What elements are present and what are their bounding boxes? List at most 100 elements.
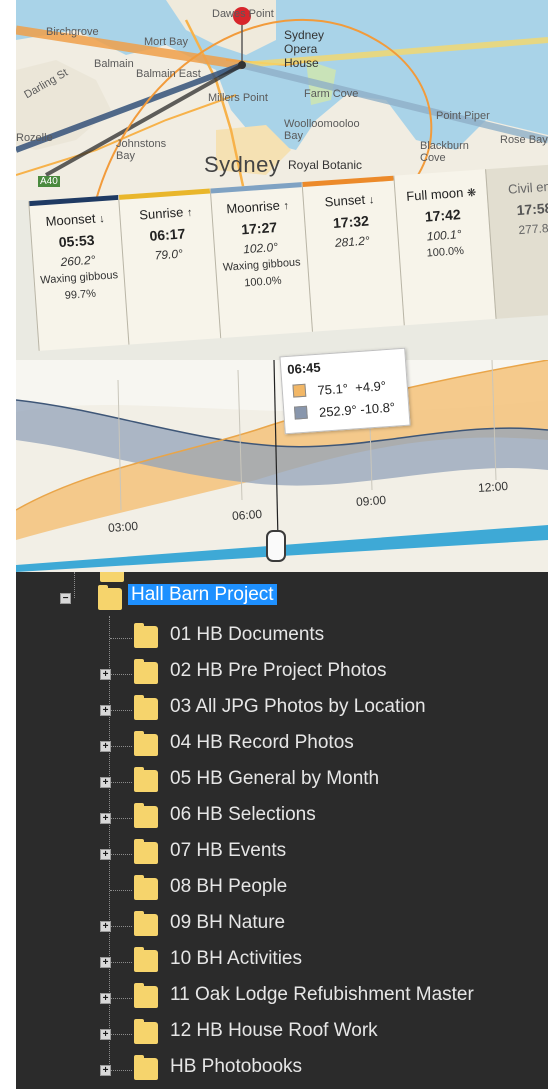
time-tick-0900: 09:00 (355, 492, 387, 510)
tooltip-time: 06:45 (286, 359, 322, 377)
event-color-bar (210, 182, 302, 194)
event-title: Civil end (507, 178, 548, 197)
event-card-sunrise[interactable]: Sunrise ↑ 06:17 79.0° (117, 188, 221, 345)
events-strip: Moonset ↓ 05:53 260.2° Waxing gibbous 99… (16, 131, 548, 380)
tree-item[interactable]: +02 HB Pre Project Photos (16, 656, 548, 692)
collapse-icon[interactable]: − (60, 593, 71, 604)
tree-item[interactable]: +09 BH Nature (16, 908, 548, 944)
tree-item-label: 07 HB Events (170, 840, 287, 861)
event-title: Moonrise (225, 197, 281, 217)
folder-icon (134, 947, 158, 972)
tree-connector (110, 1034, 132, 1035)
tree-item[interactable]: +12 HB House Roof Work (16, 1016, 548, 1052)
moon-azimuth: 252.9° (318, 402, 358, 420)
expand-icon[interactable]: + (100, 705, 111, 716)
folder-icon (134, 695, 158, 720)
event-time: 17:27 (240, 218, 278, 238)
tree-connector (74, 572, 75, 598)
expand-icon[interactable]: + (100, 921, 111, 932)
event-time: 05:53 (58, 231, 96, 251)
event-azimuth: 281.2° (334, 233, 371, 250)
down-arrow-icon: ↓ (98, 212, 106, 226)
expand-icon[interactable]: + (100, 777, 111, 788)
event-title: Sunset (324, 191, 366, 210)
event-card-full-moon[interactable]: Full moon ❋ 17:42 100.1° 100.0% (393, 169, 496, 326)
folder-icon (134, 1055, 158, 1080)
expand-icon[interactable]: + (100, 813, 111, 824)
tree-item[interactable]: +11 Oak Lodge Refubishment Master (16, 980, 548, 1016)
tree-connector (110, 710, 132, 711)
event-time: 17:32 (332, 212, 370, 231)
tree-item-root[interactable]: Hall Barn Project (128, 584, 277, 612)
event-color-bar (302, 175, 394, 188)
expand-icon[interactable]: + (100, 669, 111, 680)
tree-item-label: 11 Oak Lodge Refubishment Master (170, 984, 474, 1005)
tree-item[interactable]: 01 HB Documents (16, 620, 548, 656)
tree-connector (110, 962, 132, 963)
tree-item[interactable]: +04 HB Record Photos (16, 728, 548, 764)
event-time: 17:42 (424, 206, 462, 225)
event-azimuth: 260.2° (60, 252, 96, 270)
tree-connector (110, 854, 132, 855)
moon-illumination: 100.0% (243, 274, 282, 290)
folder-icon (134, 731, 158, 756)
map-label-farm-cove: Farm Cove (304, 88, 359, 100)
event-color-bar (29, 194, 119, 207)
down-arrow-icon: ↓ (368, 194, 375, 207)
tree-item[interactable]: 08 BH People (16, 872, 548, 908)
expand-icon[interactable]: + (100, 1029, 111, 1040)
event-card-moonset[interactable]: Moonset ↓ 05:53 260.2° Waxing gibbous 99… (28, 194, 129, 351)
tree-connector (110, 926, 132, 927)
tree-item-label: Hall Barn Project (128, 584, 277, 605)
event-title: Full moon (405, 184, 464, 204)
event-azimuth: 277.8° (518, 220, 548, 238)
moon-phase: Waxing gibbous (222, 256, 301, 274)
time-tick-0300: 03:00 (107, 518, 139, 536)
expand-icon[interactable]: + (100, 957, 111, 968)
folder-icon (100, 572, 124, 582)
full-moon-icon: ❋ (466, 186, 477, 200)
event-azimuth: 79.0° (154, 246, 184, 263)
folder-icon (134, 767, 158, 792)
tree-connector (110, 890, 132, 891)
tree-item-label: HB Photobooks (170, 1056, 303, 1077)
time-slider-handle[interactable] (266, 530, 286, 562)
expand-icon[interactable]: + (100, 849, 111, 860)
event-azimuth: 102.0° (242, 239, 279, 257)
tooltip-moon-row: 252.9° -10.8° (293, 399, 396, 422)
folder-icon (134, 659, 158, 684)
tree-connector (110, 818, 132, 819)
tree-item[interactable]: +05 HB General by Month (16, 764, 548, 800)
folder-icon (98, 585, 122, 610)
map-label-dawes-point: Dawes Point (212, 8, 274, 20)
event-title: Moonset (45, 210, 96, 230)
tree-item-label: 08 BH People (170, 876, 288, 897)
expand-icon[interactable]: + (100, 993, 111, 1004)
up-arrow-icon: ↑ (186, 206, 193, 220)
tree-item[interactable]: + HB Photobooks (16, 1052, 548, 1088)
folder-icon (134, 875, 158, 900)
tree-item[interactable]: +10 BH Activities (16, 944, 548, 980)
event-card-civil-end[interactable]: Civil end 17:58 277.8° (485, 162, 548, 319)
folder-icon (134, 839, 158, 864)
folder-icon (134, 803, 158, 828)
map-label-birchgrove: Birchgrove (46, 26, 99, 38)
event-time: 06:17 (148, 225, 186, 244)
tree-item-label: 05 HB General by Month (170, 768, 380, 789)
map-label-point-piper: Point Piper (436, 110, 490, 122)
tree-item-label: 09 BH Nature (170, 912, 286, 933)
sun-moon-viewer: Dawes Point Sydney Opera House Millers P… (16, 0, 548, 572)
event-card-sunset[interactable]: Sunset ↓ 17:32 281.2° (301, 175, 404, 332)
moon-altitude: -10.8° (359, 399, 396, 417)
tree-item[interactable]: +07 HB Events (16, 836, 548, 872)
tree-connector (110, 674, 132, 675)
event-card-moonrise[interactable]: Moonrise ↑ 17:27 102.0° Waxing gibbous 1… (209, 182, 313, 339)
tree-connector (110, 782, 132, 783)
expand-icon[interactable]: + (100, 741, 111, 752)
tree-item[interactable]: +06 HB Selections (16, 800, 548, 836)
map-label-balmain-east: Balmain East (136, 68, 201, 80)
tree-item-label: 03 All JPG Photos by Location (170, 696, 426, 717)
expand-icon[interactable]: + (100, 1065, 111, 1076)
tree-item[interactable]: +03 All JPG Photos by Location (16, 692, 548, 728)
sun-swatch-icon (292, 383, 307, 398)
